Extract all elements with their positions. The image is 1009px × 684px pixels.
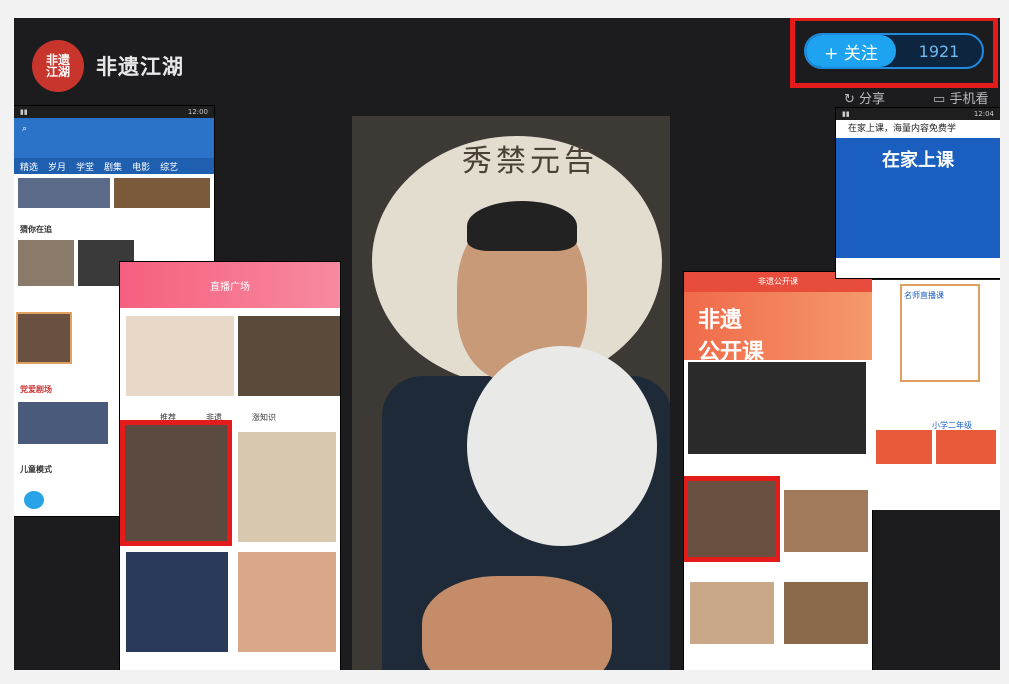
thumbnail[interactable]: [238, 432, 336, 542]
tab-item[interactable]: 电影: [132, 160, 150, 173]
school-list: 名师直播课 小学二年级: [872, 280, 1000, 510]
tab-item[interactable]: 岁月: [48, 160, 66, 173]
section-title: 儿童模式: [20, 465, 52, 474]
round-fan: [467, 346, 657, 546]
thumbnail[interactable]: [690, 582, 774, 644]
action-row: ↻ 分享 ▭ 手机看: [844, 88, 988, 107]
follow-pill: + 关注 1921: [804, 33, 984, 69]
plate-inscription: 秀禁元告: [462, 144, 598, 179]
video-frame: 非遗 江湖 非遗江湖 + 关注 1921 ↻ 分享 ▭ 手机看 ▮▮ 12:00 …: [14, 18, 1000, 670]
thumbnail[interactable]: [876, 430, 932, 464]
course-video[interactable]: [688, 362, 866, 454]
tab-item[interactable]: 剧集: [104, 160, 122, 173]
follow-highlight-box: + 关注 1921: [790, 18, 998, 88]
highlight-thumbnail[interactable]: [16, 312, 72, 364]
phone-view-button[interactable]: ▭ 手机看: [933, 88, 988, 107]
channel-name: 非遗江湖: [96, 55, 184, 79]
course-banner: 非遗 公开课: [684, 292, 872, 365]
course-phone-screenshot: 非遗公开课 非遗 公开课 掌上刺绣大 团扇非遗精粹: [684, 272, 872, 670]
share-icon: ↻: [844, 92, 860, 107]
highlight-thumbnail[interactable]: [684, 476, 780, 562]
live-phone-screenshot: 直播广场 推荐 非遗 涨知识: [120, 262, 340, 670]
follow-button[interactable]: + 关注: [806, 35, 896, 67]
highlight-thumbnail[interactable]: [120, 420, 232, 546]
follower-count: 1921: [918, 41, 960, 61]
presenter-hair: [467, 201, 577, 251]
share-button[interactable]: ↻ 分享: [844, 88, 885, 107]
live-header: 直播广场: [120, 262, 340, 308]
tab-item[interactable]: 综艺: [160, 160, 178, 173]
channel-avatar[interactable]: 非遗 江湖: [32, 40, 84, 92]
section-title: 猜你在追: [20, 225, 52, 234]
tab-item[interactable]: 精选: [20, 160, 38, 173]
thumbnail[interactable]: [126, 316, 234, 396]
school-banner[interactable]: 在家上课: [836, 138, 1000, 258]
tab-item[interactable]: 学堂: [76, 160, 94, 173]
presenter-hand: [422, 576, 612, 670]
thumbnail[interactable]: [784, 582, 868, 644]
section-title: 党爱剧场: [20, 385, 52, 394]
thumbnail[interactable]: [784, 490, 868, 552]
phone-tabs: 精选 岁月 学堂 剧集 电影 综艺: [14, 158, 214, 174]
avatar-text: 非遗 江湖: [45, 53, 70, 79]
home-icon[interactable]: [24, 491, 44, 509]
thumbnail[interactable]: [238, 552, 336, 652]
thumbnail[interactable]: [18, 178, 110, 208]
phone-top-bar: ⌕: [14, 118, 214, 158]
thumbnail[interactable]: [936, 430, 996, 464]
phone-icon: ▭: [933, 92, 950, 107]
list-label: 名师直播课: [904, 291, 944, 300]
thumbnail[interactable]: [238, 316, 340, 396]
thumbnail[interactable]: [114, 178, 210, 208]
school-phone-screenshot: ▮▮ 12:04 在家上课，海量内容免费学 在家上课: [836, 108, 1000, 278]
status-bar: ▮▮ 12:04: [836, 108, 1000, 120]
status-bar: ▮▮ 12:00: [14, 106, 214, 118]
thumbnail[interactable]: [18, 402, 108, 444]
thumbnail[interactable]: [126, 552, 228, 652]
search-icon[interactable]: ⌕: [22, 124, 27, 134]
school-header: 在家上课，海量内容免费学: [836, 120, 1000, 138]
main-video[interactable]: 秀禁元告: [352, 116, 670, 670]
tab-item[interactable]: 涨知识: [252, 412, 276, 423]
thumbnail[interactable]: [18, 240, 74, 286]
